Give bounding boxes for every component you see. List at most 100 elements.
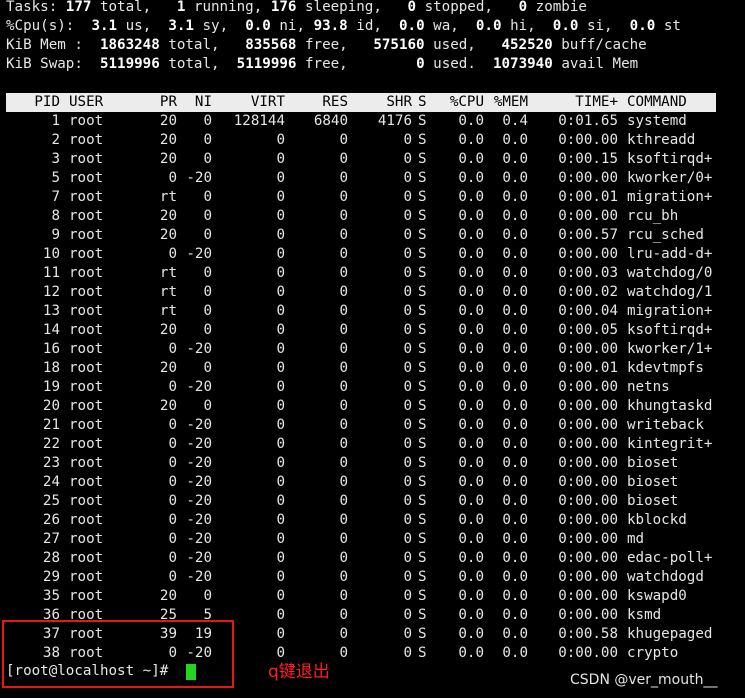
cell-cpu: 0.0 bbox=[458, 493, 484, 509]
cell-res: 0 bbox=[339, 436, 348, 452]
cell-virt: 0 bbox=[276, 341, 285, 357]
cell-pid: 12 bbox=[42, 284, 60, 300]
cell-user: root bbox=[69, 208, 104, 224]
cell-s: S bbox=[418, 531, 427, 547]
cell-user: root bbox=[69, 417, 104, 433]
cell-shr: 0 bbox=[403, 569, 412, 585]
csdn-watermark: CSDN @ver_mouth__ bbox=[570, 672, 718, 688]
cell-command: netns bbox=[627, 379, 670, 395]
cell-s: S bbox=[418, 569, 427, 585]
swap-total-label: total, bbox=[168, 56, 220, 72]
cell-pid: 7 bbox=[51, 189, 60, 205]
cpu-us-label: us, bbox=[125, 18, 152, 34]
cell-s: S bbox=[418, 455, 427, 471]
cell-pr: 0 bbox=[168, 550, 177, 566]
cell-pid: 26 bbox=[42, 512, 60, 528]
cell-pr: rt bbox=[159, 265, 177, 281]
cell-ni: 0 bbox=[203, 189, 212, 205]
cell-s: S bbox=[418, 436, 427, 452]
column-header-res: RES bbox=[322, 94, 348, 110]
cell-time: 0:01.65 bbox=[558, 113, 618, 129]
cell-pid: 8 bbox=[51, 208, 60, 224]
cell-virt: 0 bbox=[276, 303, 285, 319]
cell-res: 0 bbox=[339, 493, 348, 509]
cell-res: 0 bbox=[339, 379, 348, 395]
cell-shr: 0 bbox=[403, 455, 412, 471]
mem-buff-value: 452520 bbox=[501, 37, 553, 53]
cell-command: rcu_sched bbox=[627, 227, 704, 243]
cell-user: root bbox=[69, 189, 104, 205]
cell-pr: 20 bbox=[159, 398, 177, 414]
cell-s: S bbox=[418, 151, 427, 167]
cell-ni: 0 bbox=[203, 208, 212, 224]
mem-free-label: free, bbox=[304, 37, 348, 53]
cell-virt: 0 bbox=[276, 493, 285, 509]
cell-ni: -20 bbox=[186, 512, 212, 528]
cell-virt: 0 bbox=[276, 379, 285, 395]
cell-res: 0 bbox=[339, 550, 348, 566]
highlight-box bbox=[2, 620, 234, 688]
cell-cpu: 0.0 bbox=[458, 607, 484, 623]
cell-pr: 20 bbox=[159, 151, 177, 167]
cell-s: S bbox=[418, 550, 427, 566]
cpu-summary-line: %Cpu(s): 3.1 us, 3.1 sy, 0.0 ni, 93.8 id… bbox=[6, 17, 681, 36]
cell-virt: 0 bbox=[276, 208, 285, 224]
cell-cpu: 0.0 bbox=[458, 455, 484, 471]
cell-pid: 18 bbox=[42, 360, 60, 376]
cell-time: 0:00.00 bbox=[558, 398, 618, 414]
cell-shr: 0 bbox=[403, 246, 412, 262]
cell-cpu: 0.0 bbox=[458, 474, 484, 490]
cell-shr: 4176 bbox=[377, 113, 412, 129]
cell-s: S bbox=[418, 398, 427, 414]
column-header-s: S bbox=[418, 94, 427, 110]
cell-res: 0 bbox=[339, 303, 348, 319]
cell-ni: 0 bbox=[203, 360, 212, 376]
tasks-stopped-value: 0 bbox=[407, 0, 417, 15]
cell-mem: 0.0 bbox=[502, 474, 528, 490]
cell-res: 0 bbox=[339, 170, 348, 186]
cell-user: root bbox=[69, 550, 104, 566]
cell-pr: 0 bbox=[168, 493, 177, 509]
cell-s: S bbox=[418, 512, 427, 528]
cell-pid: 20 bbox=[42, 398, 60, 414]
cell-user: root bbox=[69, 398, 104, 414]
cell-time: 0:00.00 bbox=[558, 379, 618, 395]
cell-shr: 0 bbox=[403, 360, 412, 376]
cell-user: root bbox=[69, 341, 104, 357]
cell-mem: 0.0 bbox=[502, 531, 528, 547]
cell-pr: 20 bbox=[159, 113, 177, 129]
cell-command: systemd bbox=[627, 113, 687, 129]
cpu-wa-value: 0.0 bbox=[399, 18, 425, 34]
cell-shr: 0 bbox=[403, 645, 412, 661]
cpu-si-value: 0.0 bbox=[552, 18, 579, 34]
cell-cpu: 0.0 bbox=[458, 417, 484, 433]
cell-pid: 19 bbox=[42, 379, 60, 395]
cell-ni: 0 bbox=[203, 113, 212, 129]
cell-user: root bbox=[69, 436, 104, 452]
cell-command: kintegrit+ bbox=[627, 436, 713, 452]
cell-command: kworker/0+ bbox=[627, 170, 713, 186]
cell-pid: 3 bbox=[51, 151, 60, 167]
cell-cpu: 0.0 bbox=[458, 531, 484, 547]
cell-time: 0:00.00 bbox=[558, 493, 618, 509]
cell-ni: -20 bbox=[186, 246, 212, 262]
cell-shr: 0 bbox=[403, 341, 412, 357]
cell-command: edac-poll+ bbox=[627, 550, 713, 566]
cell-mem: 0.0 bbox=[502, 588, 528, 604]
cell-res: 0 bbox=[339, 227, 348, 243]
cell-shr: 0 bbox=[403, 322, 412, 338]
cell-ni: 0 bbox=[203, 151, 212, 167]
cell-shr: 0 bbox=[403, 512, 412, 528]
cell-s: S bbox=[418, 607, 427, 623]
cell-cpu: 0.0 bbox=[458, 645, 484, 661]
cell-pid: 11 bbox=[42, 265, 60, 281]
tasks-total-value: 177 bbox=[65, 0, 92, 15]
cell-pid: 1 bbox=[51, 113, 60, 129]
cell-user: root bbox=[69, 360, 104, 376]
cpu-ni-label: ni, bbox=[279, 18, 306, 34]
cell-time: 0:00.03 bbox=[558, 265, 618, 281]
cell-time: 0:00.00 bbox=[558, 246, 618, 262]
mem-used-label: used, bbox=[433, 37, 476, 53]
cell-user: root bbox=[69, 322, 104, 338]
cpu-hi-label: hi, bbox=[510, 18, 536, 34]
